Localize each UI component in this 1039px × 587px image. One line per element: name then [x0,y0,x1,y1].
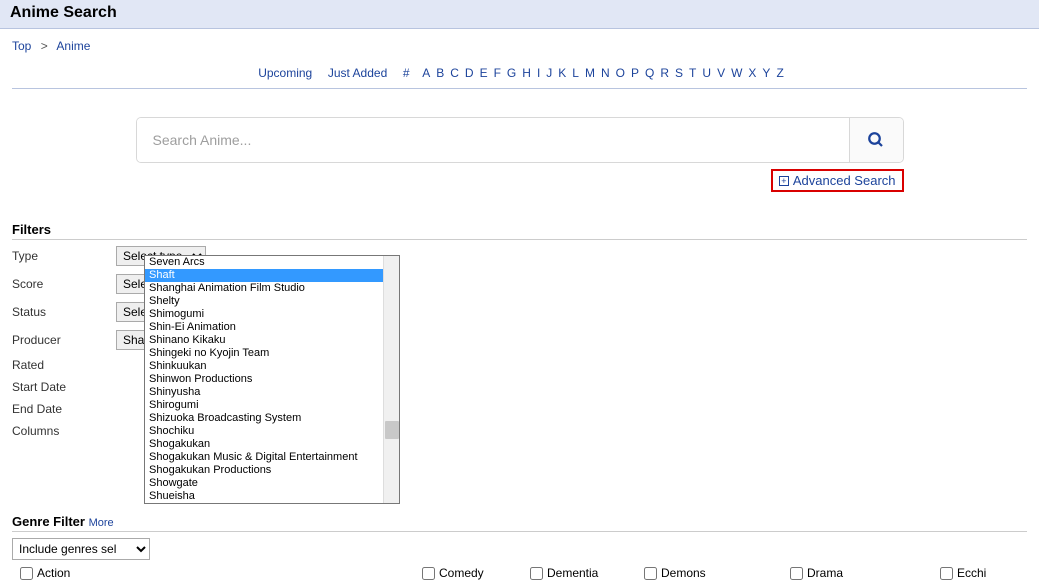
genre-ecchi[interactable]: Ecchi [940,566,986,580]
nav-letter-f[interactable]: F [494,66,501,80]
nav-letter-r[interactable]: R [660,66,669,80]
nav-letter-l[interactable]: L [572,66,579,80]
advanced-search-row: + Advanced Search [136,169,904,192]
producer-option[interactable]: Shueisha [145,490,383,503]
genre-dementia[interactable]: Dementia [530,566,644,580]
nav-letter-b[interactable]: B [436,66,444,80]
nav-letter-j[interactable]: J [546,66,552,80]
producer-option[interactable]: Shirogumi [145,399,383,412]
breadcrumb-separator: > [41,39,48,53]
nav-letters: ABCDEFGHIJKLMNOPQRSTUVWXYZ [419,65,787,80]
genre-checkboxes: Action Comedy Dementia Demons Drama Ecch… [12,566,1027,580]
nav-letter-g[interactable]: G [507,66,516,80]
filter-label-start-date: Start Date [12,380,116,394]
nav-letter-c[interactable]: C [450,66,459,80]
producer-option[interactable]: Shinano Kikaku [145,334,383,347]
genre-include-row: Include genres sel [12,538,1027,560]
search-row [0,117,1039,163]
nav-letter-e[interactable]: E [480,66,488,80]
producer-option[interactable]: Shingeki no Kyojin Team [145,347,383,360]
nav-letter-i[interactable]: I [537,66,540,80]
producer-option[interactable]: Shinkuukan [145,360,383,373]
nav-letter-h[interactable]: H [522,66,531,80]
filter-label-rated: Rated [12,358,116,372]
producer-option[interactable]: Shizuoka Broadcasting System [145,412,383,425]
producer-option[interactable]: Shaft [145,269,383,282]
producer-option[interactable]: Shelty [145,295,383,308]
producer-option[interactable]: Shinyusha [145,386,383,399]
search-icon [867,131,885,149]
search-input[interactable] [137,118,849,162]
filters-header: Filters [12,222,1027,240]
nav-letter-u[interactable]: U [702,66,711,80]
genre-action-checkbox[interactable] [20,567,33,580]
breadcrumb-anime[interactable]: Anime [56,39,90,53]
genre-demons-checkbox[interactable] [644,567,657,580]
filter-label-end-date: End Date [12,402,116,416]
genre-ecchi-checkbox[interactable] [940,567,953,580]
producer-scrollbar[interactable] [383,256,399,503]
producer-option[interactable]: Shin-Ei Animation [145,321,383,334]
nav-letter-w[interactable]: W [731,66,742,80]
producer-option[interactable]: Shochiku [145,425,383,438]
filter-label-columns: Columns [12,424,116,438]
nav-just-added[interactable]: Just Added [328,66,387,80]
nav-letter-o[interactable]: O [616,66,625,80]
breadcrumb: Top > Anime [0,29,1039,59]
nav-letter-s[interactable]: S [675,66,683,80]
producer-dropdown: Seven ArcsShaftShanghai Animation Film S… [144,255,400,504]
genre-filter-header: Genre Filter More [12,514,1027,532]
nav-letter-z[interactable]: Z [776,66,783,80]
genre-more-link[interactable]: More [89,517,114,529]
filter-label-type: Type [12,249,116,263]
alpha-nav: Upcoming Just Added # ABCDEFGHIJKLMNOPQR… [12,59,1027,89]
advanced-search-toggle[interactable]: + Advanced Search [771,169,904,192]
nav-letter-m[interactable]: M [585,66,595,80]
genre-include-select[interactable]: Include genres sel [12,538,150,560]
producer-option[interactable]: Shogakukan [145,438,383,451]
genre-drama-checkbox[interactable] [790,567,803,580]
genre-comedy[interactable]: Comedy [422,566,530,580]
genre-demons[interactable]: Demons [644,566,790,580]
filter-label-status: Status [12,305,116,319]
producer-option[interactable]: Shinwon Productions [145,373,383,386]
search-wrap [136,117,904,163]
filter-label-score: Score [12,277,116,291]
producer-option[interactable]: Showgate [145,477,383,490]
nav-letter-x[interactable]: X [748,66,756,80]
scroll-up-icon[interactable] [385,256,399,270]
genre-filter-label: Genre Filter [12,514,85,529]
nav-letter-q[interactable]: Q [645,66,654,80]
filter-label-producer: Producer [12,333,116,347]
breadcrumb-top[interactable]: Top [12,39,31,53]
nav-letter-y[interactable]: Y [762,66,770,80]
nav-letter-d[interactable]: D [465,66,474,80]
nav-letter-n[interactable]: N [601,66,610,80]
genre-dementia-checkbox[interactable] [530,567,543,580]
page-title: Anime Search [10,4,1029,22]
producer-option[interactable]: Seven Arcs [145,256,383,269]
nav-letter-v[interactable]: V [717,66,725,80]
nav-letter-a[interactable]: A [422,66,430,80]
producer-option[interactable]: Shanghai Animation Film Studio [145,282,383,295]
producer-option[interactable]: Shogakukan Music & Digital Entertainment [145,451,383,464]
producer-option[interactable]: Shogakukan Productions [145,464,383,477]
page-title-bar: Anime Search [0,0,1039,29]
plus-box-icon: + [779,176,789,186]
producer-dropdown-list: Seven ArcsShaftShanghai Animation Film S… [145,256,383,503]
nav-letter-p[interactable]: P [631,66,639,80]
nav-letter-t[interactable]: T [689,66,696,80]
nav-hash[interactable]: # [403,66,410,80]
search-button[interactable] [849,118,903,162]
genre-drama[interactable]: Drama [790,566,940,580]
genre-action[interactable]: Action [12,566,422,580]
nav-letter-k[interactable]: K [558,66,566,80]
genre-comedy-checkbox[interactable] [422,567,435,580]
scroll-down-icon[interactable] [385,489,399,503]
nav-upcoming[interactable]: Upcoming [258,66,312,80]
advanced-search-label: Advanced Search [793,173,896,188]
scroll-thumb[interactable] [385,421,399,439]
producer-option[interactable]: Shimogumi [145,308,383,321]
